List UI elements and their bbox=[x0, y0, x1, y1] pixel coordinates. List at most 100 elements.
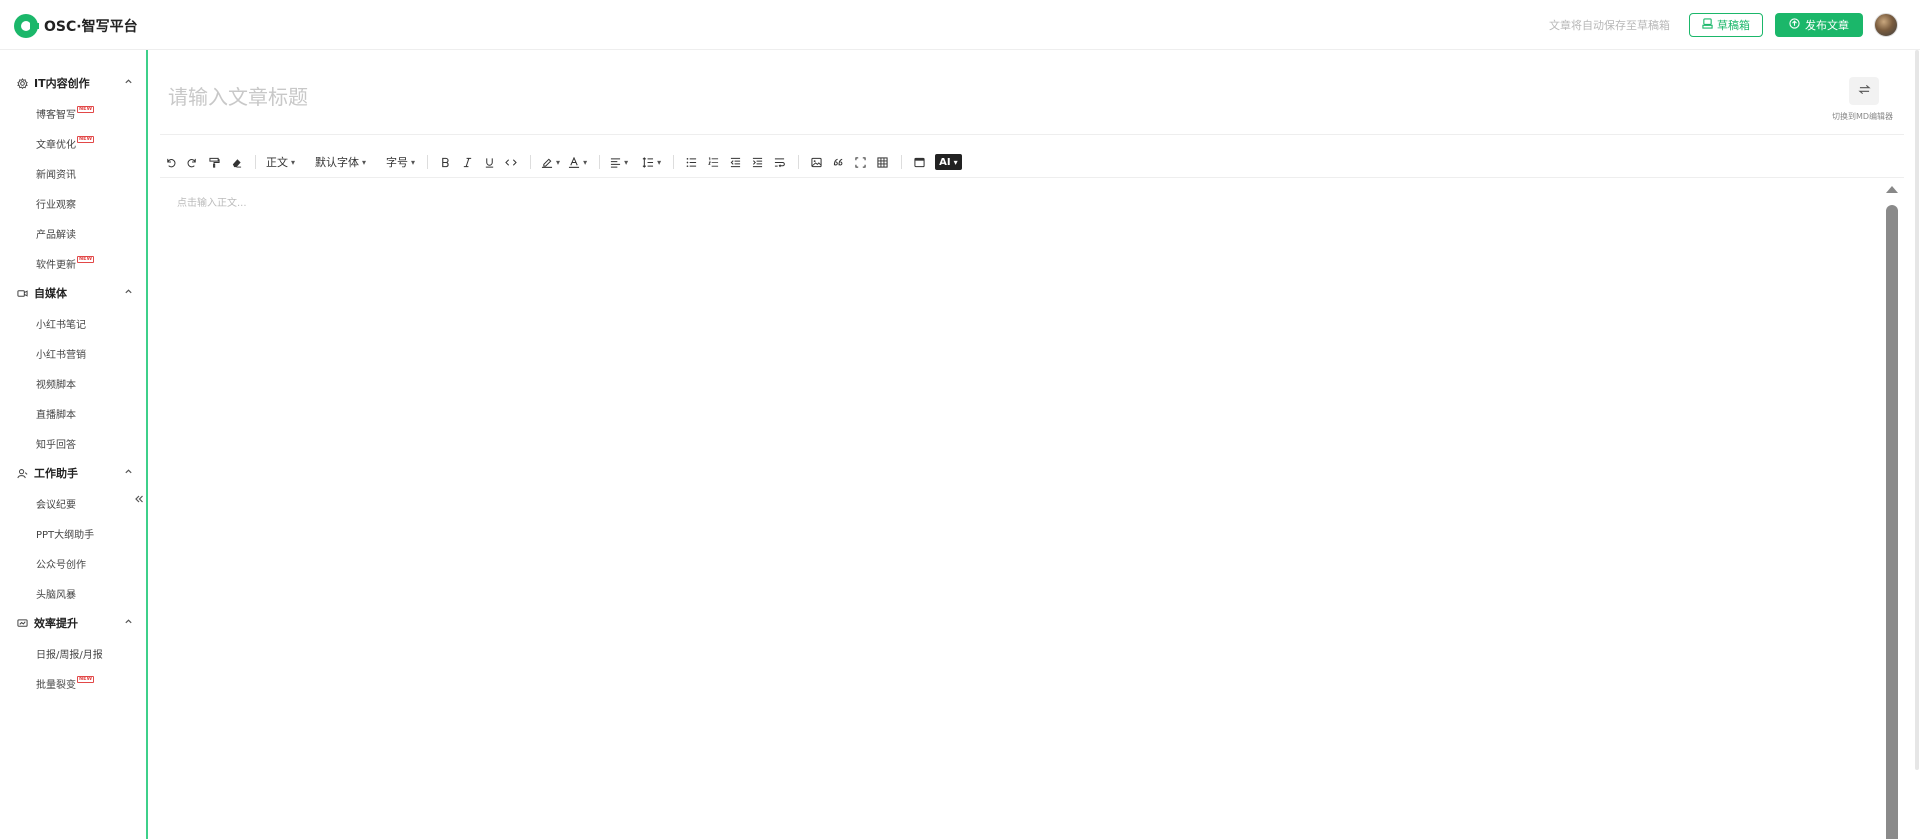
top-header: OSC·智写平台 文章将自动保存至草稿箱 草稿箱 发布文章 bbox=[0, 0, 1920, 50]
sidebar-group-label: 工作助手 bbox=[34, 467, 78, 480]
sidebar-item-label: 公众号创作 bbox=[36, 559, 86, 571]
divider bbox=[160, 134, 1904, 135]
chevron-up-icon[interactable] bbox=[124, 287, 134, 297]
sidebar-item-reports[interactable]: 日报/周报/月报 bbox=[36, 645, 103, 661]
sidebar-item-industry[interactable]: 行业观察 bbox=[36, 195, 76, 211]
sidebar-item-label: 日报/周报/月报 bbox=[36, 649, 103, 661]
divider bbox=[160, 177, 1904, 178]
switch-editor-label: 切换到MD编辑器 bbox=[1832, 112, 1894, 121]
sidebar-item-meeting-minutes[interactable]: 会议纪要 bbox=[36, 495, 76, 511]
sidebar-group-work-assistant[interactable]: 工作助手 bbox=[16, 463, 134, 483]
indent-decrease-icon[interactable] bbox=[725, 152, 745, 172]
new-badge: NEW bbox=[77, 255, 95, 263]
toolbar-separator bbox=[530, 155, 532, 169]
new-badge: NEW bbox=[77, 675, 95, 683]
sidebar-item-batch-fission[interactable]: 批量裂变 NEW bbox=[36, 675, 95, 691]
new-badge: NEW bbox=[77, 105, 95, 113]
upload-icon bbox=[1789, 18, 1800, 32]
sidebar-item-label: 会议纪要 bbox=[36, 499, 76, 511]
font-size-dropdown[interactable]: 字号 bbox=[383, 152, 418, 172]
ai-assistant-button[interactable]: AI bbox=[935, 154, 962, 170]
italic-icon[interactable] bbox=[457, 152, 477, 172]
sidebar-item-zhihu[interactable]: 知乎回答 bbox=[36, 435, 76, 451]
drafts-icon bbox=[1702, 18, 1713, 32]
code-block-icon[interactable] bbox=[850, 152, 870, 172]
underline-icon[interactable] bbox=[479, 152, 499, 172]
gear-icon bbox=[16, 77, 28, 89]
highlight-color-icon[interactable] bbox=[538, 152, 563, 172]
switch-editor-button[interactable] bbox=[1849, 77, 1879, 105]
image-icon[interactable] bbox=[806, 152, 826, 172]
chevron-up-icon[interactable] bbox=[124, 467, 134, 477]
sidebar-item-software-update[interactable]: 软件更新 NEW bbox=[36, 255, 95, 271]
chevron-up-icon[interactable] bbox=[124, 77, 134, 87]
table-icon[interactable] bbox=[872, 152, 892, 172]
sidebar-item-official-account[interactable]: 公众号创作 bbox=[36, 555, 86, 571]
sidebar-item-label: 博客智写 bbox=[36, 109, 76, 121]
sidebar-group-it-content[interactable]: IT内容创作 bbox=[16, 73, 134, 93]
sidebar-group-self-media[interactable]: 自媒体 bbox=[16, 283, 134, 303]
toolbar-separator bbox=[798, 155, 800, 169]
sidebar-item-label: 软件更新 bbox=[36, 259, 76, 271]
sidebar-item-label: 文章优化 bbox=[36, 139, 76, 151]
sidebar-item-product[interactable]: 产品解读 bbox=[36, 225, 76, 241]
indent-increase-icon[interactable] bbox=[747, 152, 767, 172]
sidebar-item-label: 直播脚本 bbox=[36, 409, 76, 421]
sidebar-item-label: PPT大纲助手 bbox=[36, 529, 95, 541]
article-title-input[interactable] bbox=[168, 80, 1768, 114]
sidebar-item-news[interactable]: 新闻资讯 bbox=[36, 165, 76, 181]
drafts-button[interactable]: 草稿箱 bbox=[1689, 13, 1763, 37]
sidebar-item-label: 知乎回答 bbox=[36, 439, 76, 451]
paragraph-style-dropdown[interactable]: 正文 bbox=[263, 152, 298, 172]
chevron-up-icon[interactable] bbox=[124, 617, 134, 627]
publish-button-label: 发布文章 bbox=[1805, 19, 1849, 32]
sidebar-item-video-script[interactable]: 视频脚本 bbox=[36, 375, 76, 391]
sidebar-item-label: 小红书笔记 bbox=[36, 319, 86, 331]
publish-button[interactable]: 发布文章 bbox=[1775, 13, 1863, 37]
sidebar-item-xhs-note[interactable]: 小红书笔记 bbox=[36, 315, 86, 331]
line-height-icon[interactable] bbox=[639, 152, 664, 172]
bullet-list-icon[interactable] bbox=[681, 152, 701, 172]
code-icon[interactable] bbox=[501, 152, 521, 172]
editor-toolbar: 正文 默认字体 字号 AI bbox=[160, 151, 1904, 173]
format-painter-icon[interactable] bbox=[204, 152, 224, 172]
sidebar: IT内容创作 博客智写 NEW 文章优化 NEW 新闻资讯 行业观察 产品解读 软件… bbox=[0, 50, 148, 839]
sidebar-item-label: 行业观察 bbox=[36, 199, 76, 211]
page-scrollbar[interactable] bbox=[1915, 50, 1919, 770]
sidebar-group-efficiency[interactable]: 效率提升 bbox=[16, 613, 134, 633]
align-icon[interactable] bbox=[607, 152, 631, 172]
scroll-up-arrow-icon[interactable] bbox=[1886, 186, 1898, 193]
embed-icon[interactable] bbox=[909, 152, 929, 172]
text-wrap-icon[interactable] bbox=[769, 152, 789, 172]
clear-format-icon[interactable] bbox=[226, 152, 246, 172]
font-color-icon[interactable] bbox=[565, 152, 590, 172]
sidebar-item-brainstorm[interactable]: 头脑风暴 bbox=[36, 585, 76, 601]
sidebar-item-article-optimize[interactable]: 文章优化 NEW bbox=[36, 135, 95, 151]
assistant-icon bbox=[16, 467, 28, 479]
video-icon bbox=[16, 287, 28, 299]
sidebar-item-xhs-marketing[interactable]: 小红书营销 bbox=[36, 345, 86, 361]
sidebar-item-blog-writing[interactable]: 博客智写 NEW bbox=[36, 105, 95, 121]
app-title: OSC·智写平台 bbox=[44, 19, 138, 35]
sidebar-group-label: IT内容创作 bbox=[34, 77, 90, 90]
toolbar-separator bbox=[901, 155, 903, 169]
sidebar-item-ppt-outline[interactable]: PPT大纲助手 bbox=[36, 525, 94, 541]
font-family-dropdown[interactable]: 默认字体 bbox=[312, 152, 369, 172]
logo-mark-icon bbox=[14, 14, 39, 38]
numbered-list-icon[interactable] bbox=[703, 152, 723, 172]
user-avatar[interactable] bbox=[1874, 13, 1898, 37]
bold-icon[interactable] bbox=[435, 152, 455, 172]
sidebar-item-live-script[interactable]: 直播脚本 bbox=[36, 405, 76, 421]
sidebar-group-label: 自媒体 bbox=[34, 287, 67, 300]
drafts-button-label: 草稿箱 bbox=[1717, 19, 1750, 32]
editor-scrollbar-thumb[interactable] bbox=[1886, 205, 1898, 839]
app-logo[interactable]: OSC·智写平台 bbox=[14, 14, 138, 38]
swap-icon bbox=[1857, 84, 1871, 99]
sidebar-item-label: 批量裂变 bbox=[36, 679, 76, 691]
quote-icon[interactable] bbox=[828, 152, 848, 172]
article-body-editor[interactable]: 点击输入正文... bbox=[177, 194, 247, 209]
collapse-sidebar-icon[interactable] bbox=[134, 493, 144, 507]
undo-icon[interactable] bbox=[160, 152, 180, 172]
redo-icon[interactable] bbox=[182, 152, 202, 172]
toolbar-separator bbox=[255, 155, 256, 169]
